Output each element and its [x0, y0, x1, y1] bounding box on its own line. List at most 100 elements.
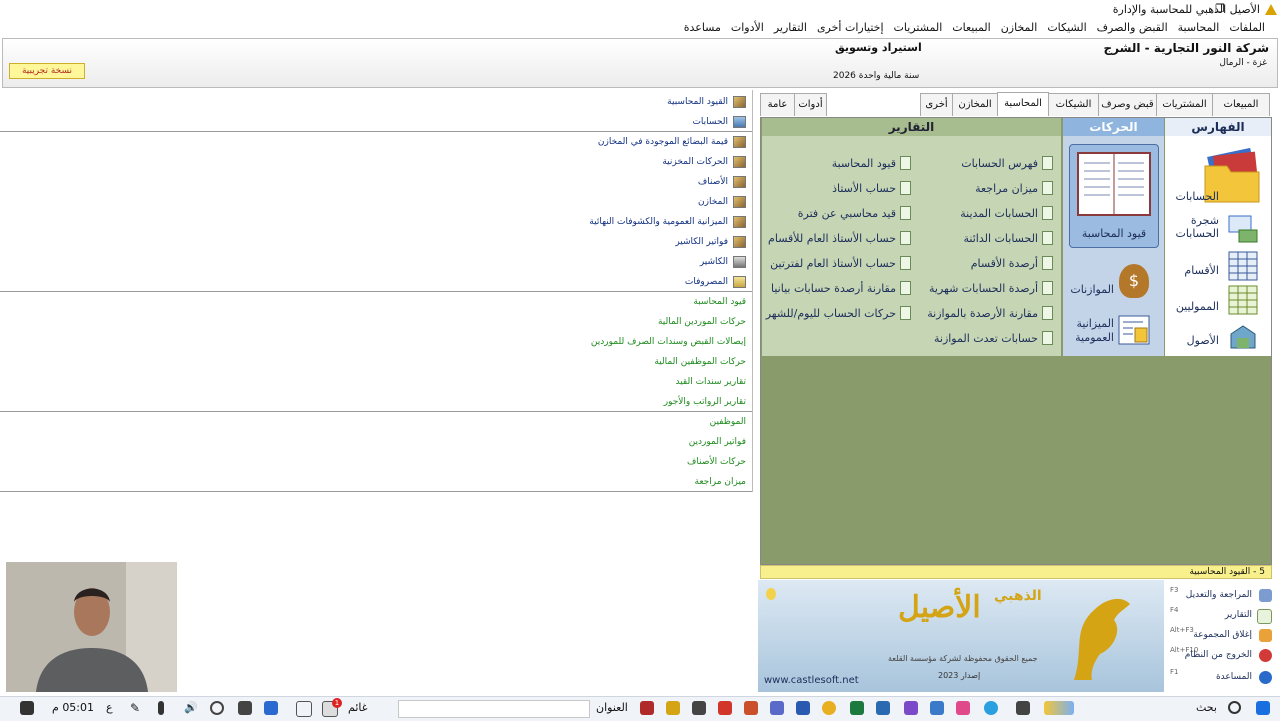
language-indicator[interactable]: ع — [106, 701, 113, 714]
report-link[interactable]: حركات الحساب لليوم/للشهر — [766, 306, 911, 320]
clock[interactable]: 05:01 م — [52, 701, 94, 714]
tray-icon-2[interactable] — [264, 701, 278, 715]
tree-item[interactable]: فواتير الموردين — [689, 433, 746, 451]
report-link[interactable]: حساب الأستاذ العام للأقسام — [768, 231, 911, 245]
tab-stores[interactable]: المخازن — [952, 93, 998, 116]
menu-other[interactable]: إختيارات أخرى — [812, 20, 889, 36]
tree-item[interactable]: القيود المحاسبية — [667, 93, 746, 111]
index-accounts[interactable]: الحسابات — [1176, 190, 1219, 203]
tray-icon-3[interactable] — [238, 701, 252, 715]
report-link[interactable]: حساب الأستاذ العام لفترتين — [770, 256, 911, 270]
tree-item[interactable]: حركات الموظفين المالية — [654, 353, 746, 371]
edge-icon[interactable] — [984, 701, 998, 715]
app-icon-2[interactable] — [930, 701, 944, 715]
tree-item[interactable]: الموظفين — [710, 413, 746, 431]
pdf-icon[interactable] — [718, 701, 732, 715]
tree-item[interactable]: الأصناف — [698, 173, 746, 191]
help-button[interactable]: المساعدة — [1216, 672, 1252, 682]
acrobat-icon[interactable] — [640, 701, 654, 715]
tab-other[interactable]: أخرى — [920, 93, 953, 116]
tab-general[interactable]: عامة — [760, 93, 795, 116]
microphone-icon[interactable] — [158, 701, 164, 715]
tree-item[interactable]: الحركات المخزنية — [662, 153, 746, 171]
tab-purchases[interactable]: المشتريات — [1156, 93, 1213, 116]
windows-start-icon[interactable] — [1256, 701, 1270, 715]
restore-icon[interactable]: ❐ — [1212, 2, 1228, 18]
tab-cheques[interactable]: الشيكات — [1048, 93, 1099, 116]
review-edit-button[interactable]: المراجعة والتعديل — [1186, 590, 1252, 600]
tree-item[interactable]: حركات الموردين المالية — [658, 313, 746, 331]
website-link[interactable]: www.castlesoft.net — [764, 675, 859, 686]
close-group-button[interactable]: إغلاق المجموعة — [1193, 630, 1252, 640]
tree-item[interactable]: إيصالات القبض وسندات الصرف للموردين — [591, 333, 746, 351]
tree-item[interactable]: قيمة البضائع الموجودة في المخازن — [598, 133, 746, 151]
app-icon-1[interactable] — [956, 701, 970, 715]
tree-item[interactable]: فواتير الكاشير — [675, 233, 746, 251]
report-link[interactable]: حسابات تعدت الموازنة — [934, 331, 1053, 345]
report-link[interactable]: أرصدة الأقسام — [971, 256, 1053, 270]
menu-help[interactable]: مساعدة — [679, 20, 726, 36]
menu-stores[interactable]: المخازن — [996, 20, 1043, 36]
tree-item[interactable]: قيود المحاسبة — [693, 293, 746, 311]
tree-item[interactable]: الكاشير — [700, 253, 746, 271]
report-link[interactable]: قيود المحاسبة — [832, 156, 911, 170]
tree-item[interactable]: المخازن — [698, 193, 746, 211]
report-link[interactable]: الحسابات الدائنة — [964, 231, 1053, 245]
search-label[interactable]: بحث — [1196, 701, 1217, 714]
tab-receipts[interactable]: قبض وصرف — [1098, 93, 1157, 116]
index-account-tree[interactable]: شجرة الحسابات — [1167, 214, 1219, 240]
app-icon-5[interactable] — [770, 701, 784, 715]
copilot-icon[interactable] — [1044, 701, 1074, 715]
report-link[interactable]: حساب الأستاذ — [832, 181, 911, 195]
app-icon-6[interactable] — [692, 701, 706, 715]
menu-cheques[interactable]: الشيكات — [1042, 20, 1091, 36]
address-input[interactable] — [398, 700, 590, 718]
tree-item[interactable]: الميزانية العمومية والكشوفات النهائية — [589, 213, 746, 231]
exit-system-button[interactable]: الخروج من النظام — [1185, 650, 1252, 660]
tab-sales[interactable]: المبيعات — [1212, 93, 1270, 116]
word-icon[interactable] — [796, 701, 810, 715]
tree-item[interactable]: حركات الأصناف — [687, 453, 746, 471]
tree-item[interactable]: المصروفات — [685, 273, 746, 291]
notifications-icon[interactable] — [20, 701, 34, 715]
menu-sales[interactable]: المبيعات — [947, 20, 995, 36]
app-icon-3[interactable] — [904, 701, 918, 715]
tree-item[interactable]: تقارير الرواتب والأجور — [664, 393, 746, 411]
report-link[interactable]: فهرس الحسابات — [961, 156, 1053, 170]
menu-files[interactable]: الملفات — [1224, 20, 1270, 36]
tree-item[interactable]: تقارير سندات القيد — [675, 373, 746, 391]
report-link[interactable]: أرصدة الحسابات شهرية — [929, 281, 1053, 295]
menu-reports[interactable]: التقارير — [769, 20, 812, 36]
menu-receipts[interactable]: القبض والصرف — [1092, 20, 1173, 36]
menu-accounting[interactable]: المحاسبة — [1173, 20, 1225, 36]
excel-icon[interactable] — [850, 701, 864, 715]
app-icon-4[interactable] — [876, 701, 890, 715]
tree-item[interactable]: الحسابات — [692, 113, 746, 131]
volume-icon[interactable]: 🔊 — [184, 701, 198, 715]
task-view-icon[interactable] — [1016, 701, 1030, 715]
report-link[interactable]: ميزان مراجعة — [975, 181, 1053, 195]
golden-asil-icon[interactable] — [666, 701, 680, 715]
budgets-button[interactable]: الموازنات — [1070, 283, 1114, 296]
tree-item[interactable]: ميزان مراجعة — [695, 473, 747, 491]
report-link[interactable]: مقارنة الأرصدة بالموازنة — [927, 306, 1053, 320]
report-link[interactable]: الحسابات المدينة — [960, 206, 1053, 220]
balance-sheet-button[interactable]: الميزانية العمومية — [1062, 317, 1114, 345]
index-departments[interactable]: الأقسام — [1184, 264, 1219, 277]
tab-tools[interactable]: أدوات — [794, 93, 827, 116]
menu-tools[interactable]: الأدوات — [726, 20, 769, 36]
reports-button[interactable]: التقارير — [1225, 610, 1252, 620]
globe-icon[interactable] — [210, 701, 224, 715]
menu-purchases[interactable]: المشتريات — [889, 20, 948, 36]
index-assets[interactable]: الأصول — [1187, 334, 1219, 347]
journal-entries-button[interactable]: قيود المحاسبة — [1069, 144, 1159, 248]
index-funders[interactable]: المموليين — [1176, 300, 1219, 313]
tab-accounting[interactable]: المحاسبة — [997, 92, 1049, 116]
chrome-icon[interactable] — [822, 701, 836, 715]
pen-icon[interactable]: ✎ — [130, 701, 144, 715]
report-link[interactable]: قيد محاسبي عن فترة — [798, 206, 911, 220]
tray-icon-1[interactable] — [296, 701, 312, 717]
search-icon[interactable] — [1228, 701, 1241, 714]
report-link[interactable]: مقارنة أرصدة حسابات بيانيا — [771, 281, 911, 295]
powerpoint-icon[interactable] — [744, 701, 758, 715]
